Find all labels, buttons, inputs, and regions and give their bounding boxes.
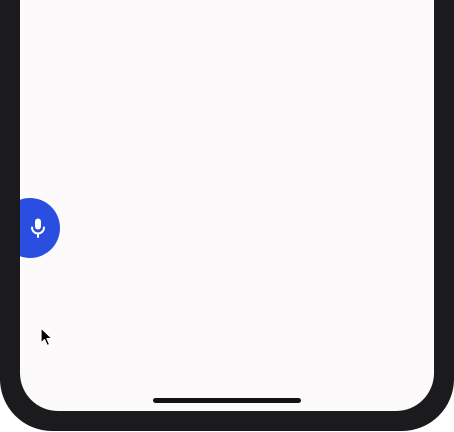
device-frame xyxy=(0,0,454,432)
voice-input-button[interactable] xyxy=(20,198,60,258)
home-indicator[interactable] xyxy=(153,398,301,403)
microphone-icon xyxy=(31,218,45,238)
app-screen xyxy=(20,0,434,411)
mouse-pointer-icon xyxy=(40,327,53,347)
